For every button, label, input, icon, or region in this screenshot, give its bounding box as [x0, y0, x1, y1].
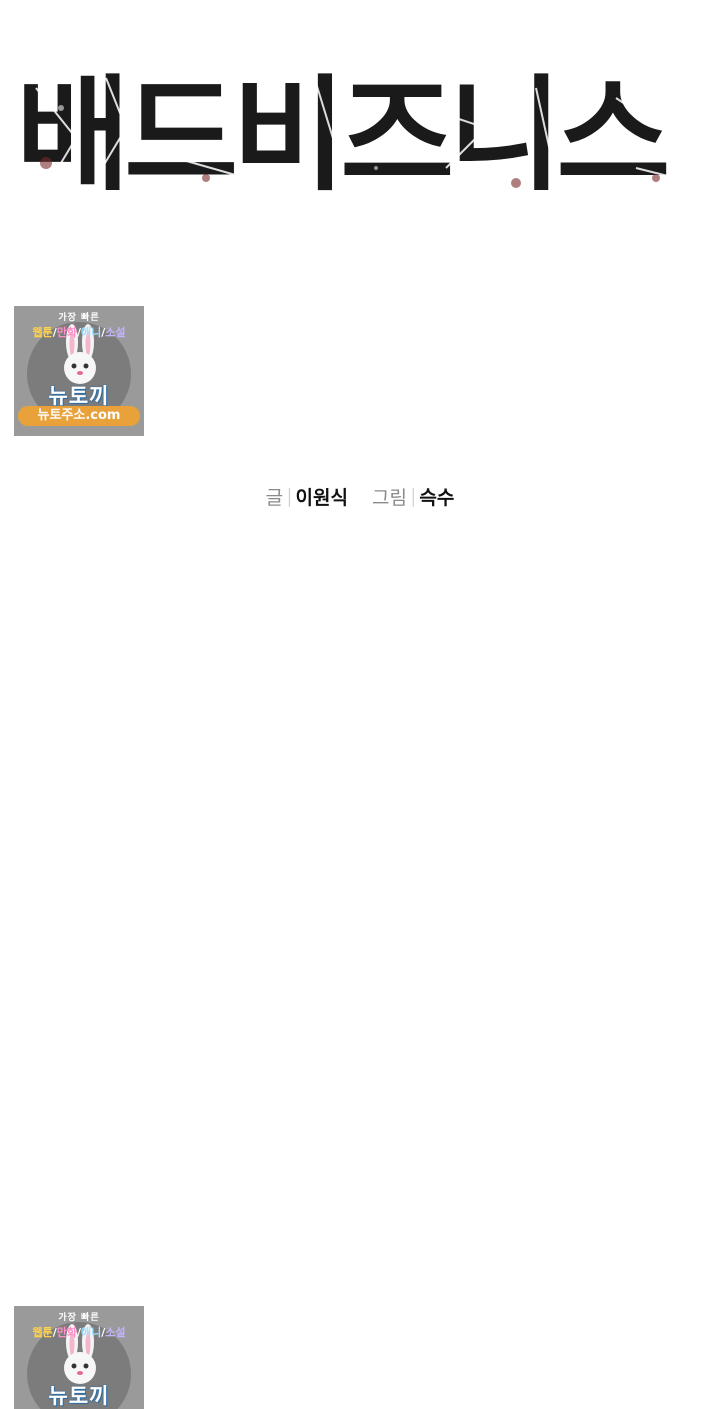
credits-line: 글 | 이원식 그림 | 슥수 — [0, 478, 720, 514]
watermark-tag: 만화 — [56, 326, 77, 339]
writer-credit: 글 | 이원식 — [266, 483, 348, 510]
watermark-tags: 웹툰/만화/애니/소설 — [32, 1326, 126, 1339]
credit-separator: | — [409, 485, 417, 507]
watermark-brand: 뉴토끼 — [48, 1384, 110, 1408]
watermark-tag: 소설 — [105, 1326, 126, 1339]
watermark-tag: 애니 — [81, 326, 102, 339]
artist-credit: 그림 | 슥수 — [372, 483, 454, 510]
watermark-kicker: 가장 빠른 — [58, 1313, 100, 1323]
writer-label: 글 — [265, 486, 284, 509]
watermark-tags: 웹툰/만화/애니/소설 — [32, 326, 126, 339]
artist-label: 그림 — [372, 486, 407, 509]
watermark-kicker: 가장 빠른 — [58, 313, 100, 323]
writer-name: 이원식 — [295, 486, 348, 509]
watermark-tag: 애니 — [81, 1326, 102, 1339]
watermark-tag: 만화 — [56, 1326, 77, 1339]
watermark-tag: 소설 — [105, 326, 126, 339]
watermark-tag: 웹툰 — [32, 326, 53, 339]
watermark-badge: 가장 빠른 웹툰/만화/애니/소설 뉴토끼 — [14, 1306, 144, 1409]
watermark-badge: 가장 빠른 웹툰/만화/애니/소설 뉴토끼 뉴토주소.com — [14, 306, 144, 436]
series-title: 배드비즈니스 — [16, 64, 670, 208]
artist-name: 슥수 — [419, 486, 455, 509]
watermark-url: 뉴토주소.com — [18, 406, 140, 426]
series-title-logo: 배드비즈니스 — [16, 68, 704, 204]
watermark-tag: 웹툰 — [32, 1326, 53, 1339]
credit-separator: | — [286, 485, 293, 507]
